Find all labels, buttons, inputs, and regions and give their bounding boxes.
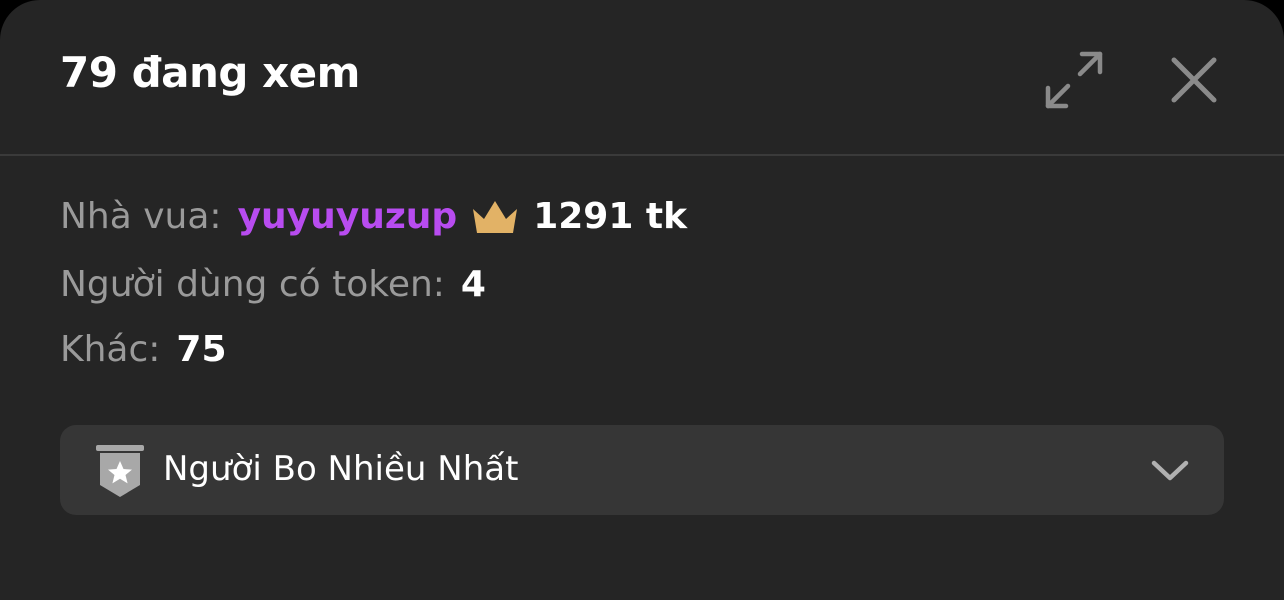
- panel-title: 79 đang xem: [60, 48, 360, 97]
- others-label: Khác:: [60, 329, 161, 370]
- dropdown-label: Người Bo Nhiều Nhất: [163, 449, 519, 489]
- panel-header: 79 đang xem: [0, 0, 1284, 156]
- king-row: Nhà vua: yuyuyuzup 1291 tk: [60, 196, 687, 237]
- token-users-count: 4: [460, 264, 486, 305]
- token-users-row: Người dùng có token: 4: [60, 264, 486, 305]
- expand-button[interactable]: [1039, 45, 1109, 115]
- token-users-label: Người dùng có token:: [60, 264, 445, 305]
- star-badge-icon: [96, 445, 144, 497]
- king-label: Nhà vua:: [60, 196, 222, 237]
- chevron-down-icon: [1151, 460, 1189, 481]
- close-icon: [1171, 57, 1217, 103]
- viewers-panel: 79 đang xem Nhà vua: yuyuyuzup 1291 tk N…: [0, 0, 1284, 600]
- others-count: 75: [176, 329, 227, 370]
- king-amount: 1291 tk: [533, 196, 688, 237]
- expand-arrows-icon: [1045, 51, 1103, 109]
- king-username[interactable]: yuyuyuzup: [238, 196, 458, 237]
- close-button[interactable]: [1159, 45, 1229, 115]
- others-row: Khác: 75: [60, 329, 227, 370]
- top-tippers-dropdown[interactable]: Người Bo Nhiều Nhất: [60, 425, 1224, 515]
- crown-icon: [471, 199, 519, 235]
